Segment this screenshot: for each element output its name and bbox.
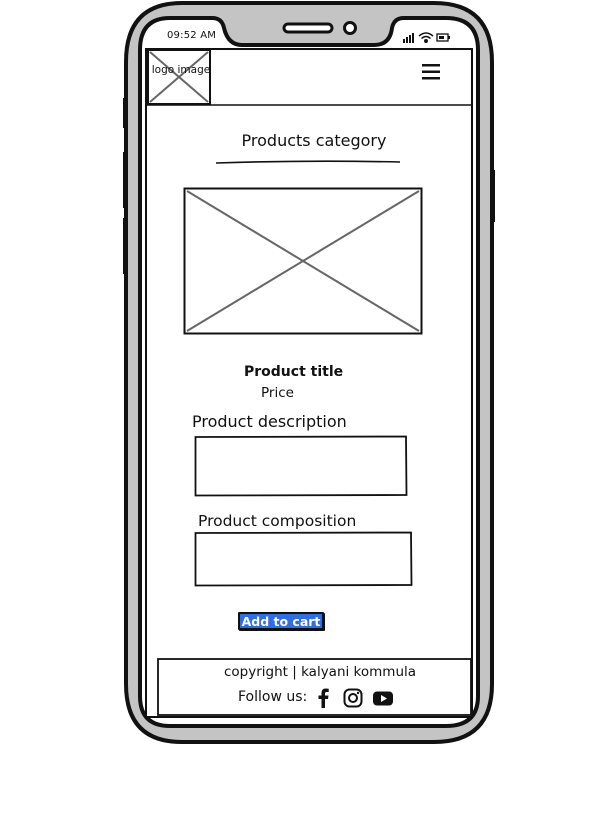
youtube-icon[interactable] [372,687,394,709]
product-title: Product title [244,364,344,380]
wifi-icon [418,32,434,43]
category-title: Products category [241,131,387,150]
follow-us-label: Follow us: [238,689,308,705]
logo-text: logo image [151,64,211,76]
status-time: 09:52 AM [167,30,217,41]
status-icons [401,29,453,45]
composition-label: Product composition [198,512,357,530]
hamburger-menu-icon[interactable] [420,62,444,82]
signal-icon [403,33,414,43]
description-box [194,435,408,497]
add-to-cart-button[interactable]: Add to cart [238,612,324,630]
facebook-icon[interactable] [312,687,334,709]
logo-image-placeholder[interactable] [147,49,211,105]
instagram-icon[interactable] [342,687,364,709]
copyright-text: copyright | kalyani kommula [224,664,417,680]
battery-icon [436,33,450,42]
composition-box [194,531,413,587]
product-image-placeholder[interactable] [183,187,423,335]
description-label: Product description [192,412,347,431]
category-underline [214,158,404,166]
product-price: Price [261,385,294,401]
